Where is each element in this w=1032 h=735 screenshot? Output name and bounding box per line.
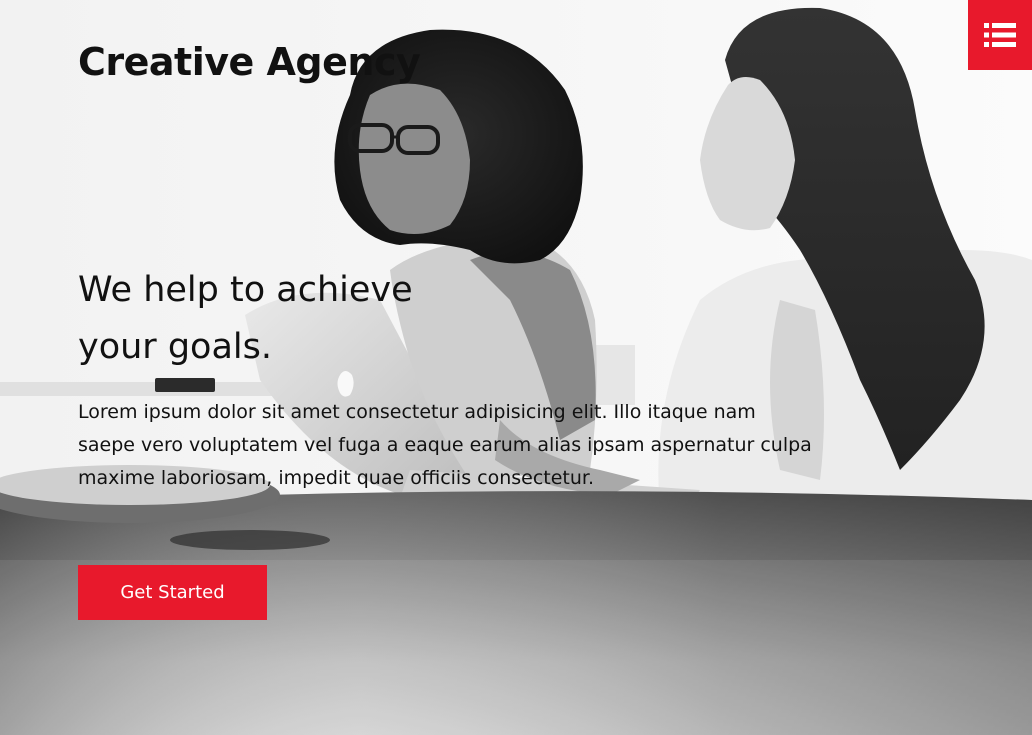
list-menu-icon [984,23,1016,47]
brand-logo[interactable]: Creative Agency [78,40,421,84]
hero-headline: We help to achieve your goals. [78,262,498,376]
hero-description: Lorem ipsum dolor sit amet consectetur a… [78,401,812,489]
menu-button[interactable] [968,0,1032,70]
get-started-button[interactable]: Get Started [78,565,267,620]
hero-headline-line-2: your goals. [78,327,272,367]
hero-headline-line-1: We help to achieve [78,270,413,310]
